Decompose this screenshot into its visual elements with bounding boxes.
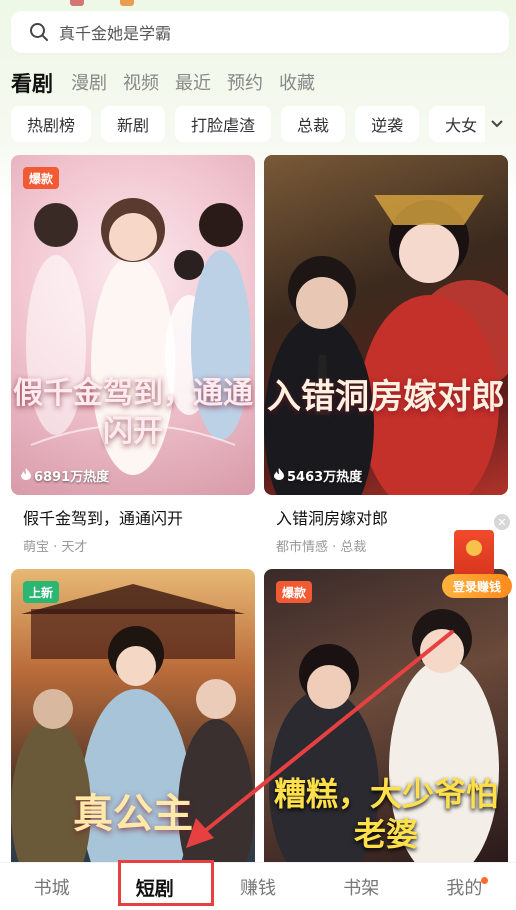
login-reward-widget[interactable]: ✕ 登录赚钱 — [442, 514, 512, 600]
chip-counterattack[interactable]: 逆袭 — [355, 106, 420, 142]
poster-title: 假千金驾到，通通闪开 — [13, 376, 253, 449]
poster-title: 入错洞房嫁对郎 — [267, 377, 505, 417]
login-earn-label[interactable]: 登录赚钱 — [442, 574, 512, 598]
drama-tags: 萌宝 · 天才 — [23, 540, 88, 555]
red-envelope-icon — [454, 530, 494, 576]
nav-mine-label: 我的 — [446, 878, 483, 899]
tab-video[interactable]: 视频 — [123, 70, 159, 98]
nav-bookshelf[interactable]: 书架 — [310, 863, 413, 910]
drama-card[interactable]: 爆款 假千金驾到，通通闪开 6891万热度 假千金驾到，通通闪开 萌宝 · 天才 — [11, 155, 255, 555]
drama-title[interactable]: 入错洞房嫁对郎 — [276, 505, 508, 529]
drama-card[interactable]: 上新 真公主 — [11, 569, 255, 862]
drama-title[interactable]: 假千金驾到，通通闪开 — [23, 505, 255, 529]
highlight-box — [118, 860, 214, 906]
chip-ceo[interactable]: 总裁 — [281, 106, 346, 142]
tab-favorites[interactable]: 收藏 — [279, 70, 315, 98]
tab-recent[interactable]: 最近 — [175, 70, 211, 98]
heat-value: 5463万热度 — [287, 470, 363, 485]
heat-indicator: 5463万热度 — [274, 466, 362, 485]
chip-hot-list[interactable]: 热剧榜 — [11, 106, 92, 142]
status-icon — [120, 0, 134, 6]
flame-icon — [274, 467, 284, 484]
heat-value: 6891万热度 — [34, 470, 110, 485]
poster-art — [264, 195, 508, 495]
chevron-down-icon[interactable] — [486, 112, 508, 136]
heat-indicator: 6891万热度 — [21, 466, 109, 485]
chip-face-slap[interactable]: 打脸虐渣 — [175, 106, 272, 142]
flame-icon — [21, 467, 31, 484]
drama-card[interactable]: 入错洞房嫁对郎 5463万热度 入错洞房嫁对郎 都市情感 · 总裁 — [264, 155, 508, 555]
poster-title: 真公主 — [73, 790, 193, 837]
category-chips: 热剧榜 新剧 打脸虐渣 总裁 逆袭 大女 — [11, 106, 485, 142]
drama-poster[interactable]: 上新 真公主 — [11, 569, 255, 862]
close-icon[interactable]: ✕ — [494, 514, 510, 530]
new-badge: 上新 — [23, 581, 60, 603]
drama-poster[interactable]: 入错洞房嫁对郎 5463万热度 — [264, 155, 508, 495]
hot-badge: 爆款 — [23, 167, 60, 189]
search-placeholder: 真千金她是学霸 — [59, 24, 172, 43]
tab-watch[interactable]: 看剧 — [11, 70, 53, 98]
nav-earn[interactable]: 赚钱 — [206, 863, 309, 910]
search-bar[interactable]: 真千金她是学霸 — [11, 11, 509, 53]
search-icon — [29, 22, 49, 42]
drama-poster[interactable]: 爆款 假千金驾到，通通闪开 6891万热度 — [11, 155, 255, 495]
nav-bookstore[interactable]: 书城 — [0, 863, 103, 910]
drama-poster[interactable]: 爆款 糟糕，大少爷怕老婆 — [264, 569, 508, 862]
notification-dot — [481, 877, 489, 884]
chip-new[interactable]: 新剧 — [101, 106, 166, 142]
status-icon — [70, 0, 84, 6]
status-bar — [0, 0, 516, 10]
content-tabs: 看剧 漫剧 视频 最近 预约 收藏 — [11, 68, 331, 98]
poster-title: 糟糕，大少爷怕老婆 — [273, 775, 498, 853]
nav-mine[interactable]: 我的 — [413, 863, 516, 910]
drama-card[interactable]: 爆款 糟糕，大少爷怕老婆 — [264, 569, 508, 862]
hot-badge: 爆款 — [276, 581, 313, 603]
bottom-nav: 书城 短剧 赚钱 书架 我的 — [0, 862, 516, 910]
chip-heroine[interactable]: 大女 — [429, 106, 485, 142]
tab-reserve[interactable]: 预约 — [227, 70, 263, 98]
tab-comic-drama[interactable]: 漫剧 — [71, 70, 107, 98]
